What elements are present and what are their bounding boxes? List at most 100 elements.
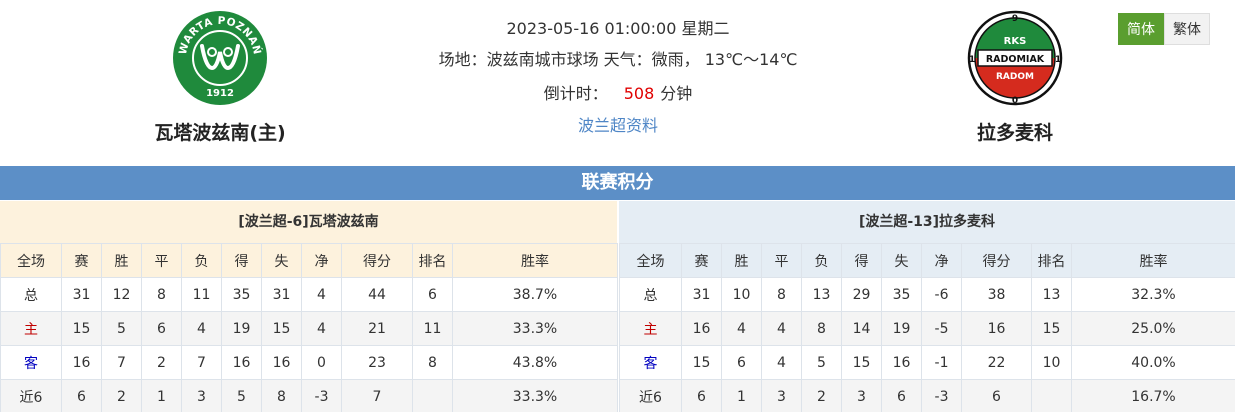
away-logo-left-number: 1 bbox=[969, 55, 975, 65]
stat-cell: 43.8% bbox=[452, 345, 618, 380]
simplified-chinese-button[interactable]: 简体 bbox=[1118, 13, 1164, 45]
stat-cell: 33.3% bbox=[452, 311, 618, 346]
language-switch: 简体 繁体 bbox=[1118, 13, 1210, 45]
column-header: 失 bbox=[261, 243, 302, 278]
stat-cell: 7 bbox=[341, 379, 413, 412]
away-logo-right-number: 1 bbox=[1055, 55, 1061, 65]
countdown: 倒计时： 508 分钟 bbox=[368, 82, 868, 106]
stat-cell: 11 bbox=[181, 277, 222, 312]
stat-cell: 11 bbox=[412, 311, 453, 346]
column-header: 净 bbox=[921, 243, 962, 278]
stat-cell: 16 bbox=[881, 345, 922, 380]
stat-cell: 15 bbox=[261, 311, 302, 346]
countdown-value: 508 bbox=[623, 84, 655, 103]
stat-cell: 2 bbox=[801, 379, 842, 412]
row-label: 总 bbox=[619, 277, 682, 312]
stat-cell: 29 bbox=[841, 277, 882, 312]
stat-cell: 38.7% bbox=[452, 277, 618, 312]
standings-section-title: 联赛积分 bbox=[0, 166, 1235, 200]
column-header: 负 bbox=[801, 243, 842, 278]
row-label: 近6 bbox=[619, 379, 682, 412]
stat-cell: 6 bbox=[881, 379, 922, 412]
home-standings-title: [波兰超-6]瓦塔波兹南 bbox=[0, 201, 617, 243]
league-info-row: 波兰超资料 bbox=[368, 114, 868, 138]
stat-cell: 4 bbox=[761, 345, 802, 380]
stat-cell: 7 bbox=[101, 345, 142, 380]
stat-cell: 6 bbox=[721, 345, 762, 380]
stat-cell: 4 bbox=[721, 311, 762, 346]
stat-cell: -1 bbox=[921, 345, 962, 380]
stat-cell: 4 bbox=[301, 277, 342, 312]
away-team-name: 拉多麦科 bbox=[976, 122, 1053, 144]
stat-cell: 14 bbox=[841, 311, 882, 346]
home-standings-table: 全场赛胜平负得失净得分 排名 胜率总 31 12 8 11 35 31 4 44 6 38.7% 主 15 5… bbox=[0, 243, 618, 412]
league-data-link[interactable]: 波兰超资料 bbox=[578, 116, 658, 135]
stat-cell: 3 bbox=[761, 379, 802, 412]
column-header: 赛 bbox=[681, 243, 722, 278]
home-logo-year: 1912 bbox=[206, 88, 234, 99]
standings-row: 客 16 7 2 7 16 16 0 23 8 43.8% bbox=[0, 345, 618, 380]
stat-cell: 35 bbox=[221, 277, 262, 312]
column-header: 净 bbox=[301, 243, 342, 278]
stat-cell: 3 bbox=[181, 379, 222, 412]
stat-cell: 0 bbox=[301, 345, 342, 380]
standings-row: 近6 6 2 1 3 5 8 -3 7 33.3% bbox=[0, 379, 618, 412]
home-team-name: 瓦塔波兹南(主) bbox=[154, 122, 286, 144]
stat-cell: 25.0% bbox=[1071, 311, 1235, 346]
stat-cell: 19 bbox=[221, 311, 262, 346]
stat-cell: 16.7% bbox=[1071, 379, 1235, 412]
traditional-chinese-button[interactable]: 繁体 bbox=[1164, 13, 1210, 45]
match-header: WARTA POZNAŃ 1912 瓦塔波兹南(主) 2023-05-16 01… bbox=[0, 0, 1235, 166]
away-standings-title: [波兰超-13]拉多麦科 bbox=[619, 201, 1235, 243]
standings-row: 总 31 12 8 11 35 31 4 44 6 38.7% bbox=[0, 277, 618, 312]
stat-cell: 13 bbox=[801, 277, 842, 312]
stat-cell: -3 bbox=[921, 379, 962, 412]
stat-cell: 1 bbox=[141, 379, 182, 412]
stat-cell: 38 bbox=[961, 277, 1032, 312]
stat-cell: 8 bbox=[261, 379, 302, 412]
stat-cell: 6 bbox=[412, 277, 453, 312]
away-logo-line3: RADOM bbox=[996, 72, 1034, 82]
stat-cell: 8 bbox=[761, 277, 802, 312]
standings-row: 近6 6 1 3 2 3 6 -3 6 16.7% bbox=[619, 379, 1235, 412]
stat-cell: 5 bbox=[801, 345, 842, 380]
column-header: 排名 bbox=[1031, 243, 1072, 278]
stat-cell bbox=[412, 379, 453, 412]
away-standings-panel: [波兰超-13]拉多麦科 全场赛胜平负得失净得分 排名 胜率总 31 10 8 13 29 35… bbox=[619, 201, 1235, 412]
column-header: 失 bbox=[881, 243, 922, 278]
standings-row: 主 16 4 4 8 14 19 -5 16 15 25.0% bbox=[619, 311, 1235, 346]
row-label: 总 bbox=[0, 277, 62, 312]
stat-cell: 10 bbox=[721, 277, 762, 312]
stat-cell: 16 bbox=[61, 345, 102, 380]
match-datetime: 2023-05-16 01:00:00 星期二 bbox=[506, 19, 730, 38]
away-logo-line1: RKS bbox=[1004, 36, 1027, 47]
standings-header-row: 全场赛胜平负得失净得分 排名 胜率 bbox=[0, 243, 618, 278]
stat-cell: 31 bbox=[681, 277, 722, 312]
stat-cell: 16 bbox=[221, 345, 262, 380]
away-logo-line2: RADOMIAK bbox=[986, 54, 1045, 65]
stat-cell: -6 bbox=[921, 277, 962, 312]
row-label: 近6 bbox=[0, 379, 62, 412]
stat-cell: 16 bbox=[961, 311, 1032, 346]
standings-header-row: 全场赛胜平负得失净得分 排名 胜率 bbox=[619, 243, 1235, 278]
column-header: 胜 bbox=[101, 243, 142, 278]
stat-cell: 32.3% bbox=[1071, 277, 1235, 312]
warta-poznan-logo: WARTA POZNAŃ 1912 bbox=[173, 11, 267, 105]
venue-weather: 场地：波兹南城市球场 天气：微雨， 13℃～14℃ bbox=[438, 50, 798, 69]
stat-cell: 4 bbox=[181, 311, 222, 346]
countdown-unit: 分钟 bbox=[660, 84, 693, 103]
stat-cell: 6 bbox=[961, 379, 1032, 412]
stat-cell: 15 bbox=[61, 311, 102, 346]
column-header: 平 bbox=[761, 243, 802, 278]
column-header: 得 bbox=[221, 243, 262, 278]
away-logo-bottom-number: 0 bbox=[1012, 96, 1018, 106]
stat-cell: 4 bbox=[761, 311, 802, 346]
stat-cell bbox=[1031, 379, 1072, 412]
away-standings-table: 全场赛胜平负得失净得分 排名 胜率总 31 10 8 13 29 35 -6 38 13 32.3% 主 1… bbox=[619, 243, 1235, 412]
stat-cell: 19 bbox=[881, 311, 922, 346]
stat-cell: 15 bbox=[681, 345, 722, 380]
stat-cell: 40.0% bbox=[1071, 345, 1235, 380]
column-header: 胜 bbox=[721, 243, 762, 278]
stat-cell: 22 bbox=[961, 345, 1032, 380]
stat-cell: 16 bbox=[261, 345, 302, 380]
